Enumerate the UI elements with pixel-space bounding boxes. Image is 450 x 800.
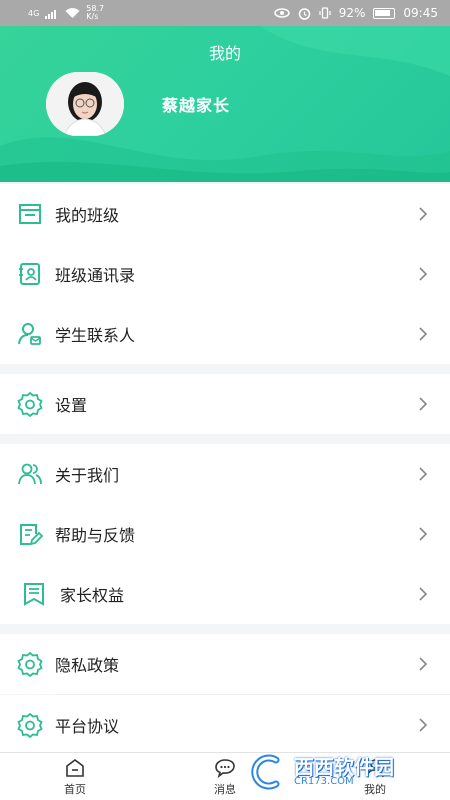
chevron-right-icon xyxy=(419,657,428,671)
tab-home[interactable]: 首页 xyxy=(0,753,150,800)
menu-item-my-class[interactable]: 我的班级 xyxy=(0,184,450,244)
menu-item-platform-agreement[interactable]: 平台协议 xyxy=(0,695,450,755)
menu-item-label: 平台协议 xyxy=(55,717,120,736)
status-left: 4G 58.7 K/s xyxy=(28,5,104,21)
bookmark-doc-icon xyxy=(24,583,44,606)
menu-item-student-contacts[interactable]: 学生联系人 xyxy=(0,304,450,364)
page-title: 我的 xyxy=(208,44,241,63)
chevron-right-icon xyxy=(419,397,428,411)
speed-unit: K/s xyxy=(86,12,99,21)
profile-header: 我的 蔡越家长 xyxy=(0,26,450,182)
menu-item-privacy-policy[interactable]: 隐私政策 xyxy=(0,634,450,694)
watermark-text: 西西软件园 CR173.COM xyxy=(294,757,394,787)
network-speed: 58.7 K/s xyxy=(86,5,104,21)
alarm-icon xyxy=(298,7,310,20)
watermark-logo: 西西软件园 CR173.COM xyxy=(246,752,442,792)
gear-icon xyxy=(17,712,43,739)
chevron-right-icon xyxy=(419,467,428,481)
menu-item-label: 班级通讯录 xyxy=(55,266,136,285)
feedback-edit-icon xyxy=(20,524,44,546)
menu-list: 我的班级 班级通讯录 学生联系人 设置 关于我们 帮助与反馈 家长权益 隐私政策… xyxy=(0,182,450,755)
avatar[interactable] xyxy=(46,72,124,136)
chevron-right-icon xyxy=(419,207,428,221)
status-right: 92% 09:45 xyxy=(273,6,438,20)
home-icon xyxy=(66,758,84,777)
gear-icon xyxy=(17,651,43,678)
gear-icon xyxy=(17,391,43,418)
eye-icon xyxy=(273,8,290,18)
class-board-icon xyxy=(19,204,41,224)
chevron-right-icon xyxy=(419,587,428,601)
battery-icon xyxy=(373,7,396,19)
menu-item-label: 帮助与反馈 xyxy=(55,526,136,545)
menu-item-label: 我的班级 xyxy=(55,206,120,225)
user-name: 蔡越家长 xyxy=(162,96,231,115)
people-group-icon xyxy=(18,463,42,485)
contacts-book-icon xyxy=(19,263,40,285)
person-contact-icon xyxy=(18,323,41,345)
vibrate-icon xyxy=(319,7,331,19)
status-bar: 4G 58.7 K/s 92% 09:45 xyxy=(0,0,450,26)
chevron-right-icon xyxy=(419,267,428,281)
network-label: 4G xyxy=(28,8,40,18)
menu-item-label: 隐私政策 xyxy=(55,656,120,675)
signal-icon xyxy=(45,9,57,19)
menu-item-label: 家长权益 xyxy=(60,586,125,605)
menu-item-class-contacts[interactable]: 班级通讯录 xyxy=(0,244,450,304)
wifi-icon xyxy=(65,7,80,18)
watermark-c-logo-icon xyxy=(251,754,280,790)
menu-item-label: 设置 xyxy=(55,396,88,415)
watermark-main: 西西软件园 xyxy=(294,755,394,779)
chevron-right-icon xyxy=(419,718,428,732)
chevron-right-icon xyxy=(419,527,428,541)
battery-percent: 92% xyxy=(338,6,366,20)
chat-bubble-icon xyxy=(215,758,235,778)
chevron-right-icon xyxy=(419,327,428,341)
tab-messages-label: 消息 xyxy=(214,782,236,796)
menu-item-help-feedback[interactable]: 帮助与反馈 xyxy=(0,504,450,564)
menu-item-label: 关于我们 xyxy=(55,466,120,485)
tab-home-label: 首页 xyxy=(64,782,86,796)
menu-item-about-us[interactable]: 关于我们 xyxy=(0,444,450,504)
watermark-sub: CR173.COM xyxy=(294,776,354,787)
menu-item-settings[interactable]: 设置 xyxy=(0,374,450,434)
menu-item-label: 学生联系人 xyxy=(55,326,136,345)
clock-time: 09:45 xyxy=(403,6,438,20)
menu-item-parent-benefits[interactable]: 家长权益 xyxy=(0,564,450,624)
